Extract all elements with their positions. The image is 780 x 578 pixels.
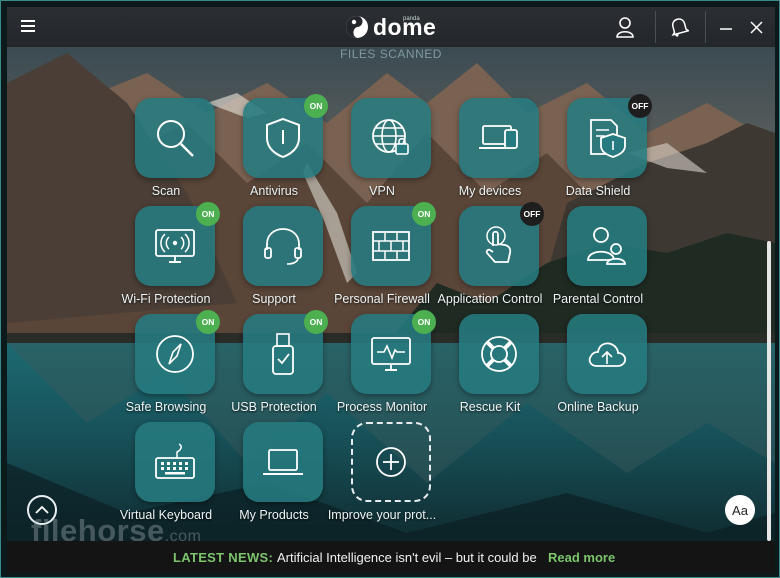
tile-rescue-kit[interactable]: Rescue Kit [432,314,542,422]
tile-vpn[interactable]: VPN [324,98,434,206]
improve-protection-button[interactable] [351,422,431,502]
tile-online-backup[interactable]: Online Backup [540,314,650,422]
virtual-keyboard-button[interactable] [135,422,215,502]
tile-my-products[interactable]: My Products [216,422,326,530]
read-more-link[interactable]: Read more [548,550,615,565]
app-brand: panda [403,16,420,22]
globe-lock-icon [372,119,409,155]
my-products-button[interactable] [243,422,323,502]
news-headline[interactable]: Artificial Intelligence isn't evil – but… [277,550,537,565]
tile-wifi-protection[interactable]: ON Wi-Fi Protection [108,202,220,314]
tile-label: Improve your prot... [327,508,437,522]
parent-child-icon [587,227,626,265]
tile-parental-control[interactable]: Parental Control [540,206,650,314]
titlebar-divider [705,11,706,43]
laptop-icon [263,449,303,475]
user-icon[interactable] [605,7,645,47]
brick-wall-icon [372,231,410,261]
my-devices-button[interactable] [459,98,539,178]
monitor-wifi-icon [155,229,195,263]
tile-usb-protection[interactable]: ON USB Protection [216,310,328,422]
vpn-button[interactable] [351,98,431,178]
tile-label: Online Backup [557,400,639,414]
tile-antivirus[interactable]: ON Antivirus [216,94,328,206]
laptop-phone-icon [479,125,518,149]
parental-control-button[interactable] [567,206,647,286]
status-badge: OFF [628,94,652,118]
cloud-upload-icon [588,342,627,367]
news-bar: LATEST NEWS: Artificial Intelligence isn… [7,541,775,573]
tile-improve-protection[interactable]: Improve your prot... [324,422,436,530]
tile-data-shield[interactable]: OFF Data Shield [540,94,652,206]
lifebuoy-icon [481,336,517,372]
document-shield-icon [590,119,626,158]
tile-application-control[interactable]: OFF Application Control [432,202,544,314]
bell-icon[interactable] [657,7,701,47]
title-bar: dome panda [7,7,775,47]
titlebar-divider [655,11,656,43]
usb-drive-icon [272,333,294,375]
font-size-button[interactable]: Aa [725,495,755,525]
online-backup-button[interactable] [567,314,647,394]
tile-support[interactable]: Support [216,206,326,314]
close-icon[interactable] [743,7,769,47]
app-window: dome panda FILES SCANNED Scan ON Antivir… [0,0,780,578]
shield-icon [266,117,300,159]
minimize-icon[interactable] [715,7,737,47]
touch-hand-icon [485,226,512,263]
tile-process-monitor[interactable]: ON Process Monitor [324,310,436,422]
scan-button[interactable] [135,98,215,178]
support-button[interactable] [243,206,323,286]
menu-icon[interactable] [17,17,39,37]
tile-label: Data Shield [565,184,631,198]
plus-circle-icon [376,447,406,477]
search-icon [157,120,194,157]
monitor-pulse-icon [371,337,411,371]
tile-my-devices[interactable]: My devices [432,98,542,206]
files-scanned-label: FILES SCANNED [340,47,442,61]
tile-safe-browsing[interactable]: ON Safe Browsing [108,310,220,422]
tile-scan[interactable]: Scan [108,98,218,206]
scrollbar[interactable] [767,241,771,541]
rescue-kit-button[interactable] [459,314,539,394]
news-label: LATEST NEWS: [173,549,274,565]
headset-icon [264,228,302,265]
tile-label: Parental Control [552,292,644,306]
tile-personal-firewall[interactable]: ON Personal Firewall [324,202,436,314]
keyboard-icon [155,443,195,479]
panda-logo-icon [346,16,368,38]
app-logo: dome panda [345,13,436,41]
compass-icon [156,335,194,373]
